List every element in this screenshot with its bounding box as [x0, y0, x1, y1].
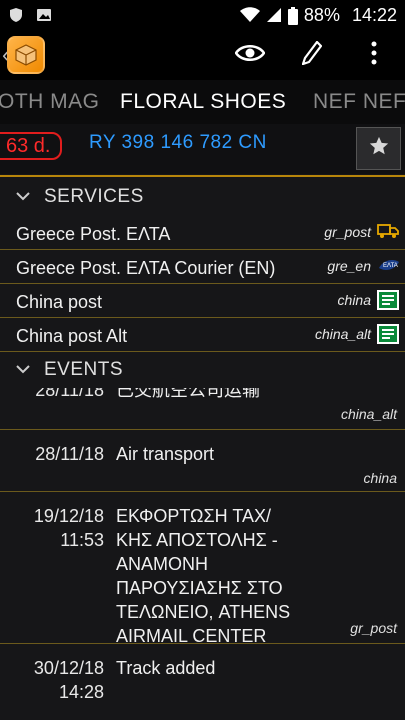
service-code: gre_en	[327, 258, 371, 274]
tracking-number[interactable]: RY 398 146 782 CN	[89, 132, 267, 154]
pencil-icon	[301, 39, 323, 70]
eye-button[interactable]	[219, 30, 281, 80]
event-text: ΕΚΦΟΡΤΩΣΗ ΤΑΧ/ΚΗΣ ΑΠΟΣΤΟΛΗΣ - ΑΝΑΜΟΝΗ ΠΑ…	[116, 506, 291, 646]
service-name: Greece Post. ΕΛΤΑ	[16, 224, 171, 244]
service-code: china	[337, 292, 371, 308]
star-icon	[368, 135, 390, 162]
battery-level: 88%	[303, 4, 340, 25]
service-row[interactable]: Greece Post. ΕΛΤΑ Courier (EN) gre_en ΕΛ…	[0, 250, 405, 284]
app-logo	[7, 36, 46, 74]
event-date: 28/11/18	[35, 388, 104, 400]
event-source: gr_post	[350, 620, 397, 636]
china-post-icon	[377, 324, 399, 344]
signal-icon	[266, 7, 282, 23]
wifi-icon	[239, 7, 260, 23]
event-date: 19/12/18	[33, 506, 104, 526]
battery-icon	[287, 7, 298, 25]
parcel-info: 63 d. RY 398 146 782 CN	[0, 124, 405, 174]
china-post-icon	[377, 290, 399, 310]
overflow-menu-button[interactable]	[343, 30, 405, 80]
event-row[interactable]: 28/11/18 Air transport china	[0, 430, 405, 492]
back-button[interactable]: ‹	[0, 36, 46, 74]
chevron-down-icon	[16, 361, 30, 379]
service-name: China post	[16, 292, 103, 312]
event-row[interactable]: 30/12/18 14:28 Track added	[0, 644, 405, 714]
image-icon	[36, 7, 52, 23]
favorite-button[interactable]	[356, 127, 401, 170]
events-list[interactable]: 28/11/18 已交航空公司运输 china_alt 28/11/18 Air…	[0, 388, 405, 720]
services-title: SERVICES	[44, 186, 144, 207]
service-name: China post Alt	[16, 326, 128, 346]
elta-courier-icon: ΕΛΤΑ	[377, 256, 399, 274]
services-header[interactable]: SERVICES	[0, 178, 405, 216]
event-time: 11:53	[60, 530, 104, 550]
event-text: Track added	[116, 658, 216, 678]
divider	[0, 175, 405, 177]
eye-icon	[234, 43, 266, 68]
tab-strip: OTH MAG FLORAL SHOES NEF NEF	[0, 80, 405, 124]
event-source: china	[363, 470, 397, 486]
more-vert-icon	[371, 41, 377, 70]
days-badge: 63 d.	[0, 132, 63, 160]
app-bar: ‹	[0, 30, 405, 80]
chevron-down-icon	[16, 188, 30, 206]
service-row[interactable]: China post Alt china_alt	[0, 318, 405, 352]
service-row[interactable]: Greece Post. ΕΛΤΑ gr_post	[0, 216, 405, 250]
clock: 14:22	[351, 4, 397, 25]
events-title: EVENTS	[44, 359, 124, 380]
events-header[interactable]: EVENTS	[0, 352, 405, 388]
event-source: china_alt	[340, 406, 397, 422]
edit-button[interactable]	[281, 30, 343, 80]
event-date: 30/12/18	[33, 658, 104, 678]
service-row[interactable]: China post china	[0, 284, 405, 318]
tab-current[interactable]: FLORAL SHOES	[120, 90, 286, 114]
event-text: Air transport	[116, 444, 215, 464]
service-name: Greece Post. ΕΛΤΑ Courier (EN)	[16, 258, 276, 278]
event-row[interactable]: 28/11/18 已交航空公司运输 china_alt	[0, 388, 405, 430]
event-text: 已交航空公司运输	[116, 388, 260, 400]
event-time: 14:28	[58, 682, 104, 702]
truck-icon	[377, 222, 399, 240]
service-code: gr_post	[324, 224, 371, 240]
shield-icon	[8, 7, 24, 23]
event-date: 28/11/18	[35, 444, 104, 464]
svg-text:ΕΛΤΑ: ΕΛΤΑ	[383, 263, 398, 269]
service-code: china_alt	[314, 326, 371, 342]
status-bar: 88% 14:22	[0, 0, 405, 30]
tab-next[interactable]: NEF NEF	[313, 90, 405, 114]
tab-previous[interactable]: OTH MAG	[0, 90, 100, 114]
event-row[interactable]: 19/12/18 11:53 ΕΚΦΟΡΤΩΣΗ ΤΑΧ/ΚΗΣ ΑΠΟΣΤΟΛ…	[0, 492, 405, 646]
